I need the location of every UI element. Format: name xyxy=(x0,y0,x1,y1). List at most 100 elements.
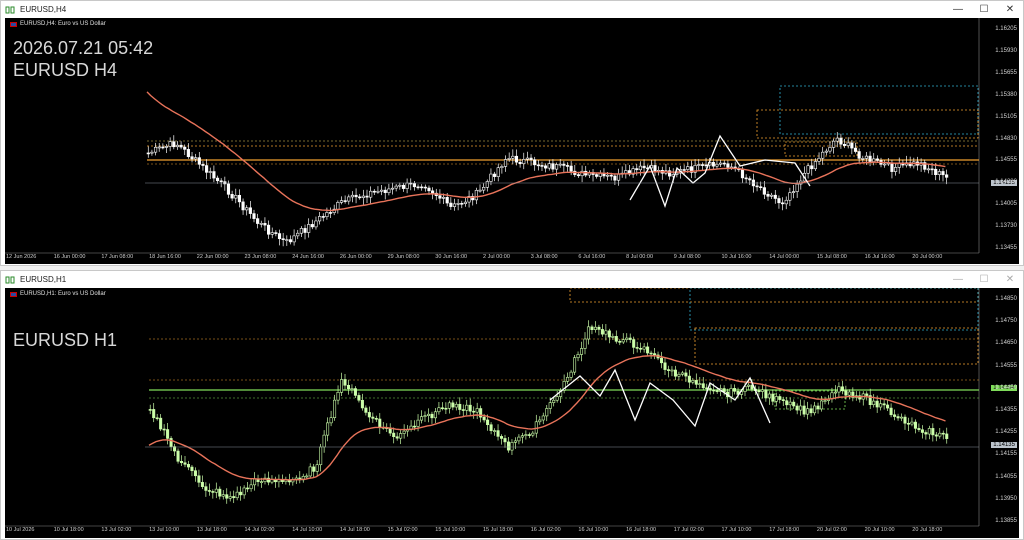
candle-body xyxy=(468,404,472,412)
candle-body xyxy=(536,164,540,167)
candle-body xyxy=(387,188,391,193)
candle-body xyxy=(624,170,628,174)
candle-body xyxy=(353,388,357,396)
candle-body xyxy=(314,220,318,228)
candle-body xyxy=(545,408,549,417)
candle-body xyxy=(500,166,504,169)
candle-body xyxy=(237,195,241,203)
candle-body xyxy=(256,218,260,224)
minimize-button[interactable]: — xyxy=(945,4,971,15)
candle-body xyxy=(906,422,910,425)
time-tick-label: 16 Jul 18:00 xyxy=(626,527,657,533)
candle-body xyxy=(438,195,442,199)
candle-body xyxy=(934,168,938,175)
candle-body xyxy=(694,380,698,385)
candle-body xyxy=(896,416,900,419)
candle-body xyxy=(945,433,949,439)
time-tick-label: 16 Jun 00:00 xyxy=(53,254,86,260)
candle-body xyxy=(369,190,373,198)
candle-body xyxy=(423,186,427,189)
candle-body xyxy=(322,434,326,448)
candle-body xyxy=(475,408,479,413)
candle-body xyxy=(259,223,263,225)
candle-body xyxy=(371,416,375,419)
h4-titlebar[interactable]: EURUSD,H4 — ☐ ✕ xyxy=(1,1,1023,18)
price-tick-label: 1.14255 xyxy=(995,429,1017,436)
price-tick-label: 1.14850 xyxy=(995,296,1017,302)
candle-body xyxy=(493,430,497,432)
h4-chart-area[interactable]: EURUSD,H4: Euro vs US Dollar 2026.07.21 … xyxy=(5,18,1019,264)
candle-body xyxy=(305,475,309,478)
candle-body xyxy=(785,400,789,406)
zigzag-line xyxy=(629,134,811,208)
close-button[interactable]: ✕ xyxy=(997,274,1023,285)
candle-body xyxy=(729,388,733,398)
candle-body xyxy=(452,203,457,207)
candle-body xyxy=(715,390,719,392)
candle-body xyxy=(180,460,184,464)
candle-body xyxy=(635,168,639,171)
candle-body xyxy=(354,194,358,198)
maximize-button[interactable]: ☐ xyxy=(971,4,997,15)
candle-body xyxy=(493,173,497,177)
candle-body xyxy=(183,462,187,465)
time-tick-label: 16 Jul 10:00 xyxy=(578,527,609,533)
candle-body xyxy=(383,189,387,193)
maximize-button[interactable]: ☐ xyxy=(971,274,997,285)
time-tick-label: 12 Jun 2026 xyxy=(6,254,37,260)
candle-body xyxy=(913,421,917,429)
candle-body xyxy=(405,182,409,189)
candle-body xyxy=(367,412,371,418)
price-tick-label: 1.13455 xyxy=(995,245,1017,251)
candle-body xyxy=(534,421,538,434)
time-tick-label: 10 Jul 2026 xyxy=(6,527,35,533)
candle-body xyxy=(686,166,690,170)
candle-body xyxy=(875,158,879,161)
candle-body xyxy=(148,409,152,411)
candle-body xyxy=(632,339,636,348)
candle-body xyxy=(701,383,705,389)
candle-body xyxy=(225,494,229,499)
time-tick-label: 3 Jul 08:00 xyxy=(530,254,558,260)
price-tick-label: 1.14750 xyxy=(995,318,1017,325)
candle-body xyxy=(527,434,531,436)
zone-rect xyxy=(689,288,979,331)
candle-body xyxy=(850,142,854,149)
candle-body xyxy=(207,490,211,492)
candle-body xyxy=(162,428,166,431)
candle-body xyxy=(635,347,639,349)
candle-body xyxy=(211,491,215,493)
candle-body xyxy=(795,183,799,192)
price-tick-label: 1.15930 xyxy=(995,47,1017,54)
candle-body xyxy=(788,192,792,201)
candle-body xyxy=(392,432,396,438)
candle-body xyxy=(621,339,625,343)
candle-body xyxy=(183,146,187,150)
time-tick-label: 29 Jun 08:00 xyxy=(387,254,420,260)
minimize-button[interactable]: — xyxy=(945,274,971,285)
candle-body xyxy=(682,169,686,171)
candle-body xyxy=(666,369,670,371)
candle-body xyxy=(677,373,681,377)
h1-chart-canvas xyxy=(5,288,980,527)
candle-body xyxy=(609,174,613,177)
close-button[interactable]: ✕ xyxy=(997,4,1023,15)
candle-body xyxy=(190,466,194,472)
candle-body xyxy=(771,393,775,402)
candle-body xyxy=(660,357,664,364)
price-tick-label: 1.14555 xyxy=(995,362,1017,369)
candle-body xyxy=(802,405,806,415)
candle-body xyxy=(503,159,508,167)
candle-body xyxy=(934,434,938,437)
h1-titlebar[interactable]: EURUSD,H1 — ☐ ✕ xyxy=(1,271,1023,288)
candle-body xyxy=(853,147,858,152)
candle-body xyxy=(759,186,763,189)
candle-body xyxy=(781,202,785,205)
time-tick-label: 24 Jun 16:00 xyxy=(292,254,324,260)
time-tick-label: 9 Jul 08:00 xyxy=(673,254,701,260)
candle-body xyxy=(270,232,274,235)
candle-body xyxy=(214,488,218,493)
price-tick-label: 1.13950 xyxy=(995,495,1017,502)
h1-chart-area[interactable]: EURUSD,H1: Euro vs US Dollar EURUSD H1 1… xyxy=(5,288,1019,538)
candle-body xyxy=(774,396,778,402)
